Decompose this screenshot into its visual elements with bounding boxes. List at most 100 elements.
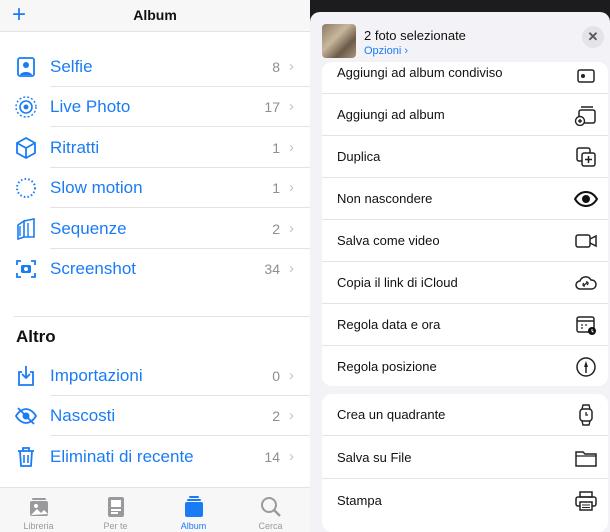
divider xyxy=(50,126,310,127)
action-unhide[interactable]: Non nascondere xyxy=(322,178,608,220)
album-row-portrait[interactable]: Ritratti 1 › xyxy=(0,128,310,168)
import-icon xyxy=(18,366,34,386)
divider xyxy=(14,316,310,317)
burst-icon xyxy=(17,218,35,241)
action-save-as-video[interactable]: Salva come video xyxy=(322,220,608,262)
options-link[interactable]: Opzioni › xyxy=(364,45,408,57)
icloud-link-icon xyxy=(575,276,597,290)
section-title-other: Altro xyxy=(16,327,56,346)
album-row-recently-deleted[interactable]: Eliminati di recente 14 › xyxy=(0,437,310,477)
video-icon xyxy=(575,234,597,248)
for-you-icon xyxy=(108,497,124,517)
album-count: 2 xyxy=(272,408,280,424)
nav-bar: + Album xyxy=(0,0,310,32)
album-label: Slow motion xyxy=(50,178,143,197)
calendar-icon xyxy=(576,316,596,335)
album-row-imports[interactable]: Importazioni 0 › xyxy=(0,356,310,396)
screenshot-icon xyxy=(16,260,36,278)
portrait-icon xyxy=(16,136,36,160)
album-count: 1 xyxy=(272,180,280,196)
selfie-icon xyxy=(17,57,35,77)
duplicate-icon xyxy=(576,147,596,167)
share-sheet: 2 foto selezionate Opzioni › ✕ Aggiungi … xyxy=(310,12,610,532)
action-label: Regola data e ora xyxy=(337,317,441,332)
album-label: Importazioni xyxy=(50,366,143,385)
slow-motion-icon xyxy=(16,178,36,198)
library-icon xyxy=(30,498,48,516)
action-create-watch-face[interactable]: Crea un quadrante xyxy=(322,394,608,436)
trash-icon xyxy=(18,447,34,467)
chevron-right-icon: › xyxy=(289,407,294,424)
tab-label: Libreria xyxy=(23,521,54,531)
album-label: Eliminati di recente xyxy=(50,447,194,466)
action-adjust-location[interactable]: Regola posizione xyxy=(322,346,608,386)
albums-screen: + Album Selfie 8 › Live Photo 17 › Ritra… xyxy=(0,0,310,532)
action-shared-album[interactable]: Aggiungi ad album condiviso xyxy=(322,62,608,94)
album-label: Selfie xyxy=(50,57,93,76)
album-count: 8 xyxy=(272,59,280,75)
action-print[interactable]: Stampa xyxy=(322,480,608,522)
tab-for-you[interactable]: Per te xyxy=(77,488,154,532)
action-label: Salva su File xyxy=(337,450,412,465)
action-group-1: Aggiungi ad album condiviso Aggiungi ad … xyxy=(322,62,608,386)
tab-search[interactable]: Cerca xyxy=(232,488,309,532)
album-label: Live Photo xyxy=(50,97,131,116)
action-label: Aggiungi ad album xyxy=(337,107,445,122)
divider xyxy=(50,207,310,208)
folder-icon xyxy=(575,451,597,467)
tab-library[interactable]: Libreria xyxy=(0,488,77,532)
album-row-live-photo[interactable]: Live Photo 17 › xyxy=(0,87,310,127)
print-icon xyxy=(575,491,597,511)
chevron-right-icon: › xyxy=(289,448,294,465)
album-label: Sequenze xyxy=(50,219,127,238)
location-icon xyxy=(576,357,596,377)
close-button[interactable]: ✕ xyxy=(582,26,604,48)
albums-icon xyxy=(185,496,203,517)
page-title: Album xyxy=(133,7,177,23)
share-sheet-screen: 2 foto selezionate Opzioni › ✕ Aggiungi … xyxy=(310,0,610,532)
album-count: 34 xyxy=(264,261,280,277)
album-count: 17 xyxy=(264,99,280,115)
chevron-right-icon: › xyxy=(289,58,294,75)
album-count: 2 xyxy=(272,221,280,237)
action-duplicate[interactable]: Duplica xyxy=(322,136,608,178)
album-label: Nascosti xyxy=(50,406,116,425)
album-row-hidden[interactable]: Nascosti 2 › xyxy=(0,396,310,436)
chevron-right-icon: › xyxy=(289,367,294,384)
search-icon xyxy=(261,497,281,517)
album-row-screenshot[interactable]: Screenshot 34 › xyxy=(0,249,310,289)
action-label: Salva come video xyxy=(337,233,440,248)
chevron-right-icon: › xyxy=(289,98,294,115)
chevron-right-icon: › xyxy=(289,139,294,156)
album-count: 1 xyxy=(272,140,280,156)
action-label: Stampa xyxy=(337,493,382,508)
album-row-slow-motion[interactable]: Slow motion 1 › xyxy=(0,168,310,208)
album-row-burst[interactable]: Sequenze 2 › xyxy=(0,209,310,249)
action-label: Regola posizione xyxy=(337,359,437,374)
album-count: 14 xyxy=(264,449,280,465)
live-photo-icon xyxy=(15,96,37,118)
chevron-right-icon: › xyxy=(289,179,294,196)
eye-icon xyxy=(574,190,598,208)
action-label: Crea un quadrante xyxy=(337,407,446,422)
action-label: Non nascondere xyxy=(337,191,433,206)
tab-albums[interactable]: Album xyxy=(155,488,232,532)
add-album-icon xyxy=(574,106,596,126)
watch-icon xyxy=(579,404,593,426)
tab-bar: Libreria Per te Album Cerca xyxy=(0,487,310,532)
chevron-right-icon: › xyxy=(289,260,294,277)
tab-label: Per te xyxy=(103,521,128,531)
divider xyxy=(322,435,608,436)
album-label: Screenshot xyxy=(50,259,136,278)
action-add-to-album[interactable]: Aggiungi ad album xyxy=(322,94,608,136)
hidden-icon xyxy=(14,407,38,425)
action-save-to-files[interactable]: Salva su File xyxy=(322,437,608,479)
shared-album-icon xyxy=(577,69,595,83)
action-label: Copia il link di iCloud xyxy=(337,275,458,290)
action-adjust-date-time[interactable]: Regola data e ora xyxy=(322,304,608,346)
album-row-selfie[interactable]: Selfie 8 › xyxy=(0,47,310,87)
tab-label: Cerca xyxy=(258,521,283,531)
action-copy-icloud-link[interactable]: Copia il link di iCloud xyxy=(322,262,608,304)
action-label: Duplica xyxy=(337,149,381,164)
action-label: Aggiungi ad album condiviso xyxy=(337,65,503,80)
